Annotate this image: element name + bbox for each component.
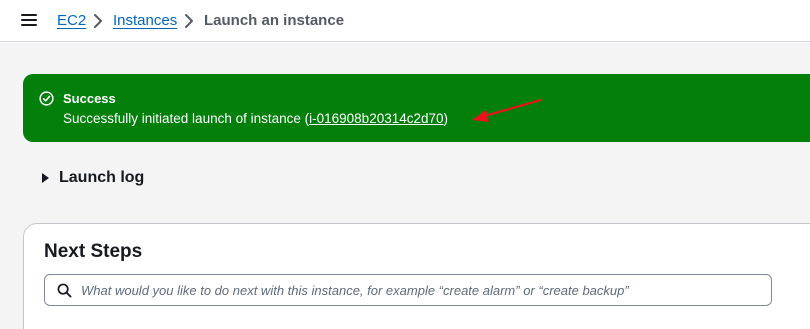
top-navigation-bar: EC2 Instances Launch an instance <box>0 0 810 42</box>
caret-right-icon <box>42 173 49 183</box>
chevron-right-icon <box>94 14 102 28</box>
next-steps-search[interactable] <box>44 274 772 306</box>
search-icon <box>57 283 72 298</box>
launch-log-label: Launch log <box>59 169 145 186</box>
next-steps-heading: Next Steps <box>44 241 143 262</box>
breadcrumb-ec2-link[interactable]: EC2 <box>57 12 86 30</box>
check-circle-icon <box>39 91 54 106</box>
next-steps-card: Next Steps <box>23 223 810 329</box>
flash-message: Successfully initiated launch of instanc… <box>63 111 448 127</box>
success-flashbar: Success Successfully initiated launch of… <box>23 74 810 142</box>
menu-icon[interactable] <box>21 13 37 27</box>
flash-title: Success <box>63 91 116 106</box>
breadcrumb-instances-link[interactable]: Instances <box>113 12 177 30</box>
next-steps-search-input[interactable] <box>81 275 765 305</box>
flash-message-prefix: Successfully initiated launch of instanc… <box>63 111 310 126</box>
instance-id-link[interactable]: i-016908b20314c2d70 <box>309 111 443 126</box>
breadcrumb-current-page: Launch an instance <box>204 12 345 29</box>
chevron-right-icon <box>185 14 193 28</box>
flash-message-suffix: ) <box>443 111 449 126</box>
